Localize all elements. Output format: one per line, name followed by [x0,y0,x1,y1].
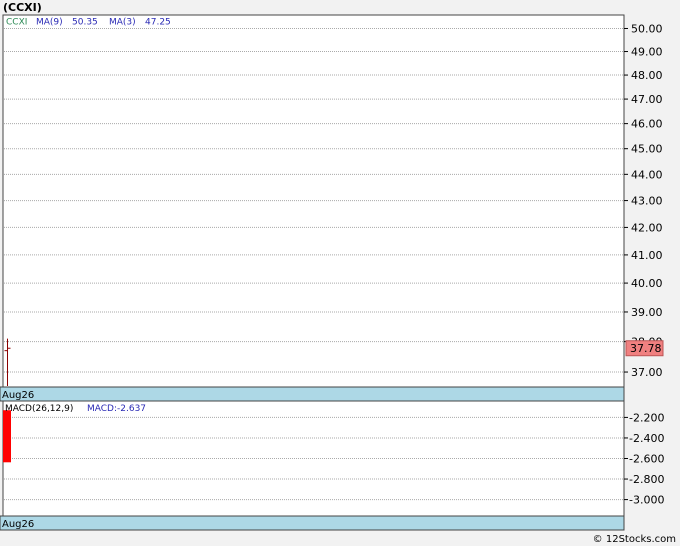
price-tick-label: 41.00 [631,249,663,262]
price-tick-label: 46.00 [631,118,663,131]
price-tick-label: 45.00 [631,143,663,156]
price-tick-label: 47.00 [631,93,663,106]
macd-tick-label: -2.200 [629,411,664,424]
price-tick-label: 48.00 [631,69,663,82]
price-panel [2,14,625,402]
chart-title: (CCXI) [3,1,42,14]
price-axis-ticks: 50.00 49.00 48.00 47.00 46.00 45.00 44.00 43.00… [624,22,663,379]
stock-chart: (CCXI) 50.00 49.00 48.00 47.00 46.00 45.00 44.… [0,1,676,545]
macd-date-band [0,515,625,531]
price-date-label: Aug26 [2,390,34,401]
macd-bar [3,410,11,463]
price-tick-label: 49.00 [631,46,663,59]
macd-tick-label: -3.000 [629,494,664,507]
macd-bars [3,410,11,463]
ma3-label: MA(3) [109,18,136,28]
macd-tick-label: -2.600 [629,453,664,466]
macd-date-label: Aug26 [2,519,34,530]
last-price-label: 37.78 [630,342,662,355]
macd-panel [2,400,625,531]
copyright-label: © 12Stocks.com [593,534,676,545]
price-tick-label: 42.00 [631,221,663,234]
price-tick-label: 44.00 [631,168,663,181]
macd-label: MACD(26,12,9) [5,404,73,414]
price-tick-label: 40.00 [631,277,663,290]
symbol-label: CCXI [6,18,27,28]
price-tick-label: 43.00 [631,195,663,208]
macd-value-label: MACD:-2.637 [87,404,146,414]
last-price-tag: 37.78 [625,340,664,357]
price-tick-label: 39.00 [631,306,663,319]
ma9-value: 50.35 [72,18,98,28]
price-date-band [0,386,625,402]
macd-tick-label: -2.800 [629,473,664,486]
ma9-label: MA(9) [36,18,63,28]
macd-axis-ticks: -2.200 -2.400 -2.600 -2.800 -3.000 [624,411,664,507]
price-tick-label: 37.00 [631,366,663,379]
price-tick-label: 50.00 [631,22,663,35]
macd-tick-label: -2.400 [629,432,664,445]
ma3-value: 47.25 [145,18,171,28]
